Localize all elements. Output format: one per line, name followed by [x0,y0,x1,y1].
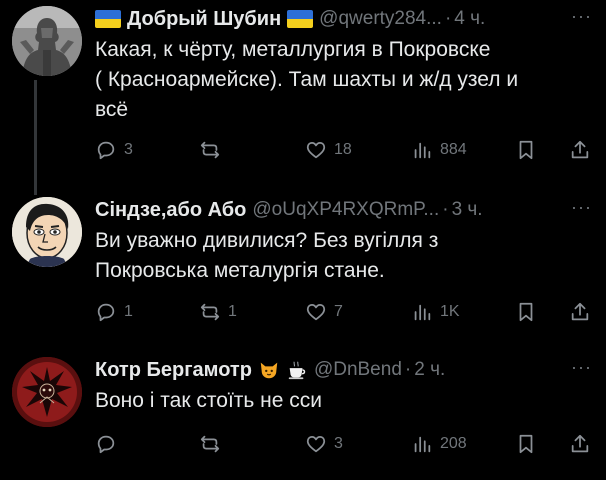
repost-count: 1 [228,303,237,320]
bar-chart-icon [414,304,431,321]
display-name[interactable]: Добрый Шубин [95,8,314,31]
thread-line [34,185,37,195]
view-count: 1K [440,303,460,320]
heart-icon [306,435,326,453]
display-name-text[interactable]: Котр Бергамотр [95,359,252,382]
like-button[interactable]: 3 [305,433,343,455]
tweet-text-line: Воно і так стоїть не сси [95,389,323,412]
ukraine-flag-icon [287,10,314,28]
avatar[interactable] [12,197,82,267]
share-button[interactable] [569,139,591,161]
more-options-button[interactable]: ··· [571,197,592,218]
tweet[interactable]: Добрый Шубин @qwerty284... · 4 ч. ··· Ка… [0,0,606,185]
bar-chart-icon [414,436,431,453]
speech-bubble-icon [97,141,115,160]
reply-button[interactable] [95,433,124,455]
repost-button[interactable]: 1 [199,301,237,323]
share-upload-icon [571,140,589,159]
like-count: 7 [334,303,343,320]
display-name[interactable]: Сіндзе,або Або [95,199,246,222]
reply-button[interactable]: 3 [95,139,133,161]
more-options-button[interactable]: ··· [571,357,592,378]
share-button[interactable] [569,301,591,323]
tweet-text-line: Какая, к чёрту, металлургия в Покровске [95,38,491,61]
bookmark-icon [519,302,533,322]
tweet[interactable]: Котр Бергамотр @DnBend · 2 ч. ··· Воно і… [0,345,606,480]
timestamp[interactable]: 3 ч. [452,199,483,221]
user-handle[interactable]: @qwerty284... [319,8,442,30]
separator-dot: · [404,359,412,380]
repost-arrows-icon [200,303,220,321]
hot-beverage-icon [288,361,306,380]
tweet-actions: 1 1 7 1K [95,301,594,329]
reply-count: 3 [124,141,133,158]
bookmark-icon [519,140,533,160]
share-upload-icon [571,434,589,453]
view-count: 208 [440,435,467,452]
avatar[interactable] [12,6,82,76]
tweet-text-line: всё [95,98,129,121]
ukraine-flag-icon [95,10,121,28]
tweet-text: Ви уважно дивилися? Без вугілля з Покров… [95,226,594,286]
repost-button[interactable] [199,433,228,455]
like-button[interactable]: 18 [305,139,352,161]
bookmark-button[interactable] [515,433,537,455]
avatar[interactable] [12,357,82,427]
views-button[interactable]: 208 [411,433,467,455]
tweet[interactable]: Сіндзе,або Або @oUqXP4RXQRmP... · 3 ч. ·… [0,185,606,345]
share-button[interactable] [569,433,591,455]
more-options-button[interactable]: ··· [571,6,592,27]
bookmark-button[interactable] [515,301,537,323]
tweet-text: Воно і так стоїть не сси [95,386,594,416]
user-handle[interactable]: @DnBend [314,359,402,381]
display-name[interactable]: Котр Бергамотр [95,359,308,382]
tweet-text-line: Ви уважно дивилися? Без вугілля з [95,229,439,252]
like-count: 18 [334,141,352,158]
views-button[interactable]: 1K [411,301,460,323]
bookmark-button[interactable] [515,139,537,161]
reply-count: 1 [124,303,133,320]
tweet-actions: 3 208 [95,433,594,461]
speech-bubble-icon [97,435,115,454]
repost-arrows-icon [200,141,220,159]
like-count: 3 [334,435,343,452]
view-count: 884 [440,141,467,158]
separator-dot: · [442,199,449,220]
timestamp[interactable]: 2 ч. [414,359,445,381]
heart-icon [306,141,326,159]
cat-face-icon [260,362,278,379]
thread-line [34,80,37,185]
tweet-text-line: Покровська металургія стане. [95,259,385,282]
speech-bubble-icon [97,303,115,322]
like-button[interactable]: 7 [305,301,343,323]
separator-dot: · [444,8,452,29]
repost-button[interactable] [199,139,228,161]
tweet-text: Какая, к чёрту, металлургия в Покровске … [95,35,594,125]
tweet-actions: 3 18 884 [95,139,594,167]
bar-chart-icon [414,142,431,159]
repost-arrows-icon [200,435,220,453]
reply-button[interactable]: 1 [95,301,133,323]
heart-icon [306,303,326,321]
tweet-text-line: ( Красноармейске). Там шахты и ж/д узел … [95,68,519,91]
display-name-text[interactable]: Добрый Шубин [127,8,281,31]
user-handle[interactable]: @oUqXP4RXQRmP... [252,199,439,221]
bookmark-icon [519,434,533,454]
share-upload-icon [571,302,589,321]
timestamp[interactable]: 4 ч. [454,8,485,30]
views-button[interactable]: 884 [411,139,467,161]
